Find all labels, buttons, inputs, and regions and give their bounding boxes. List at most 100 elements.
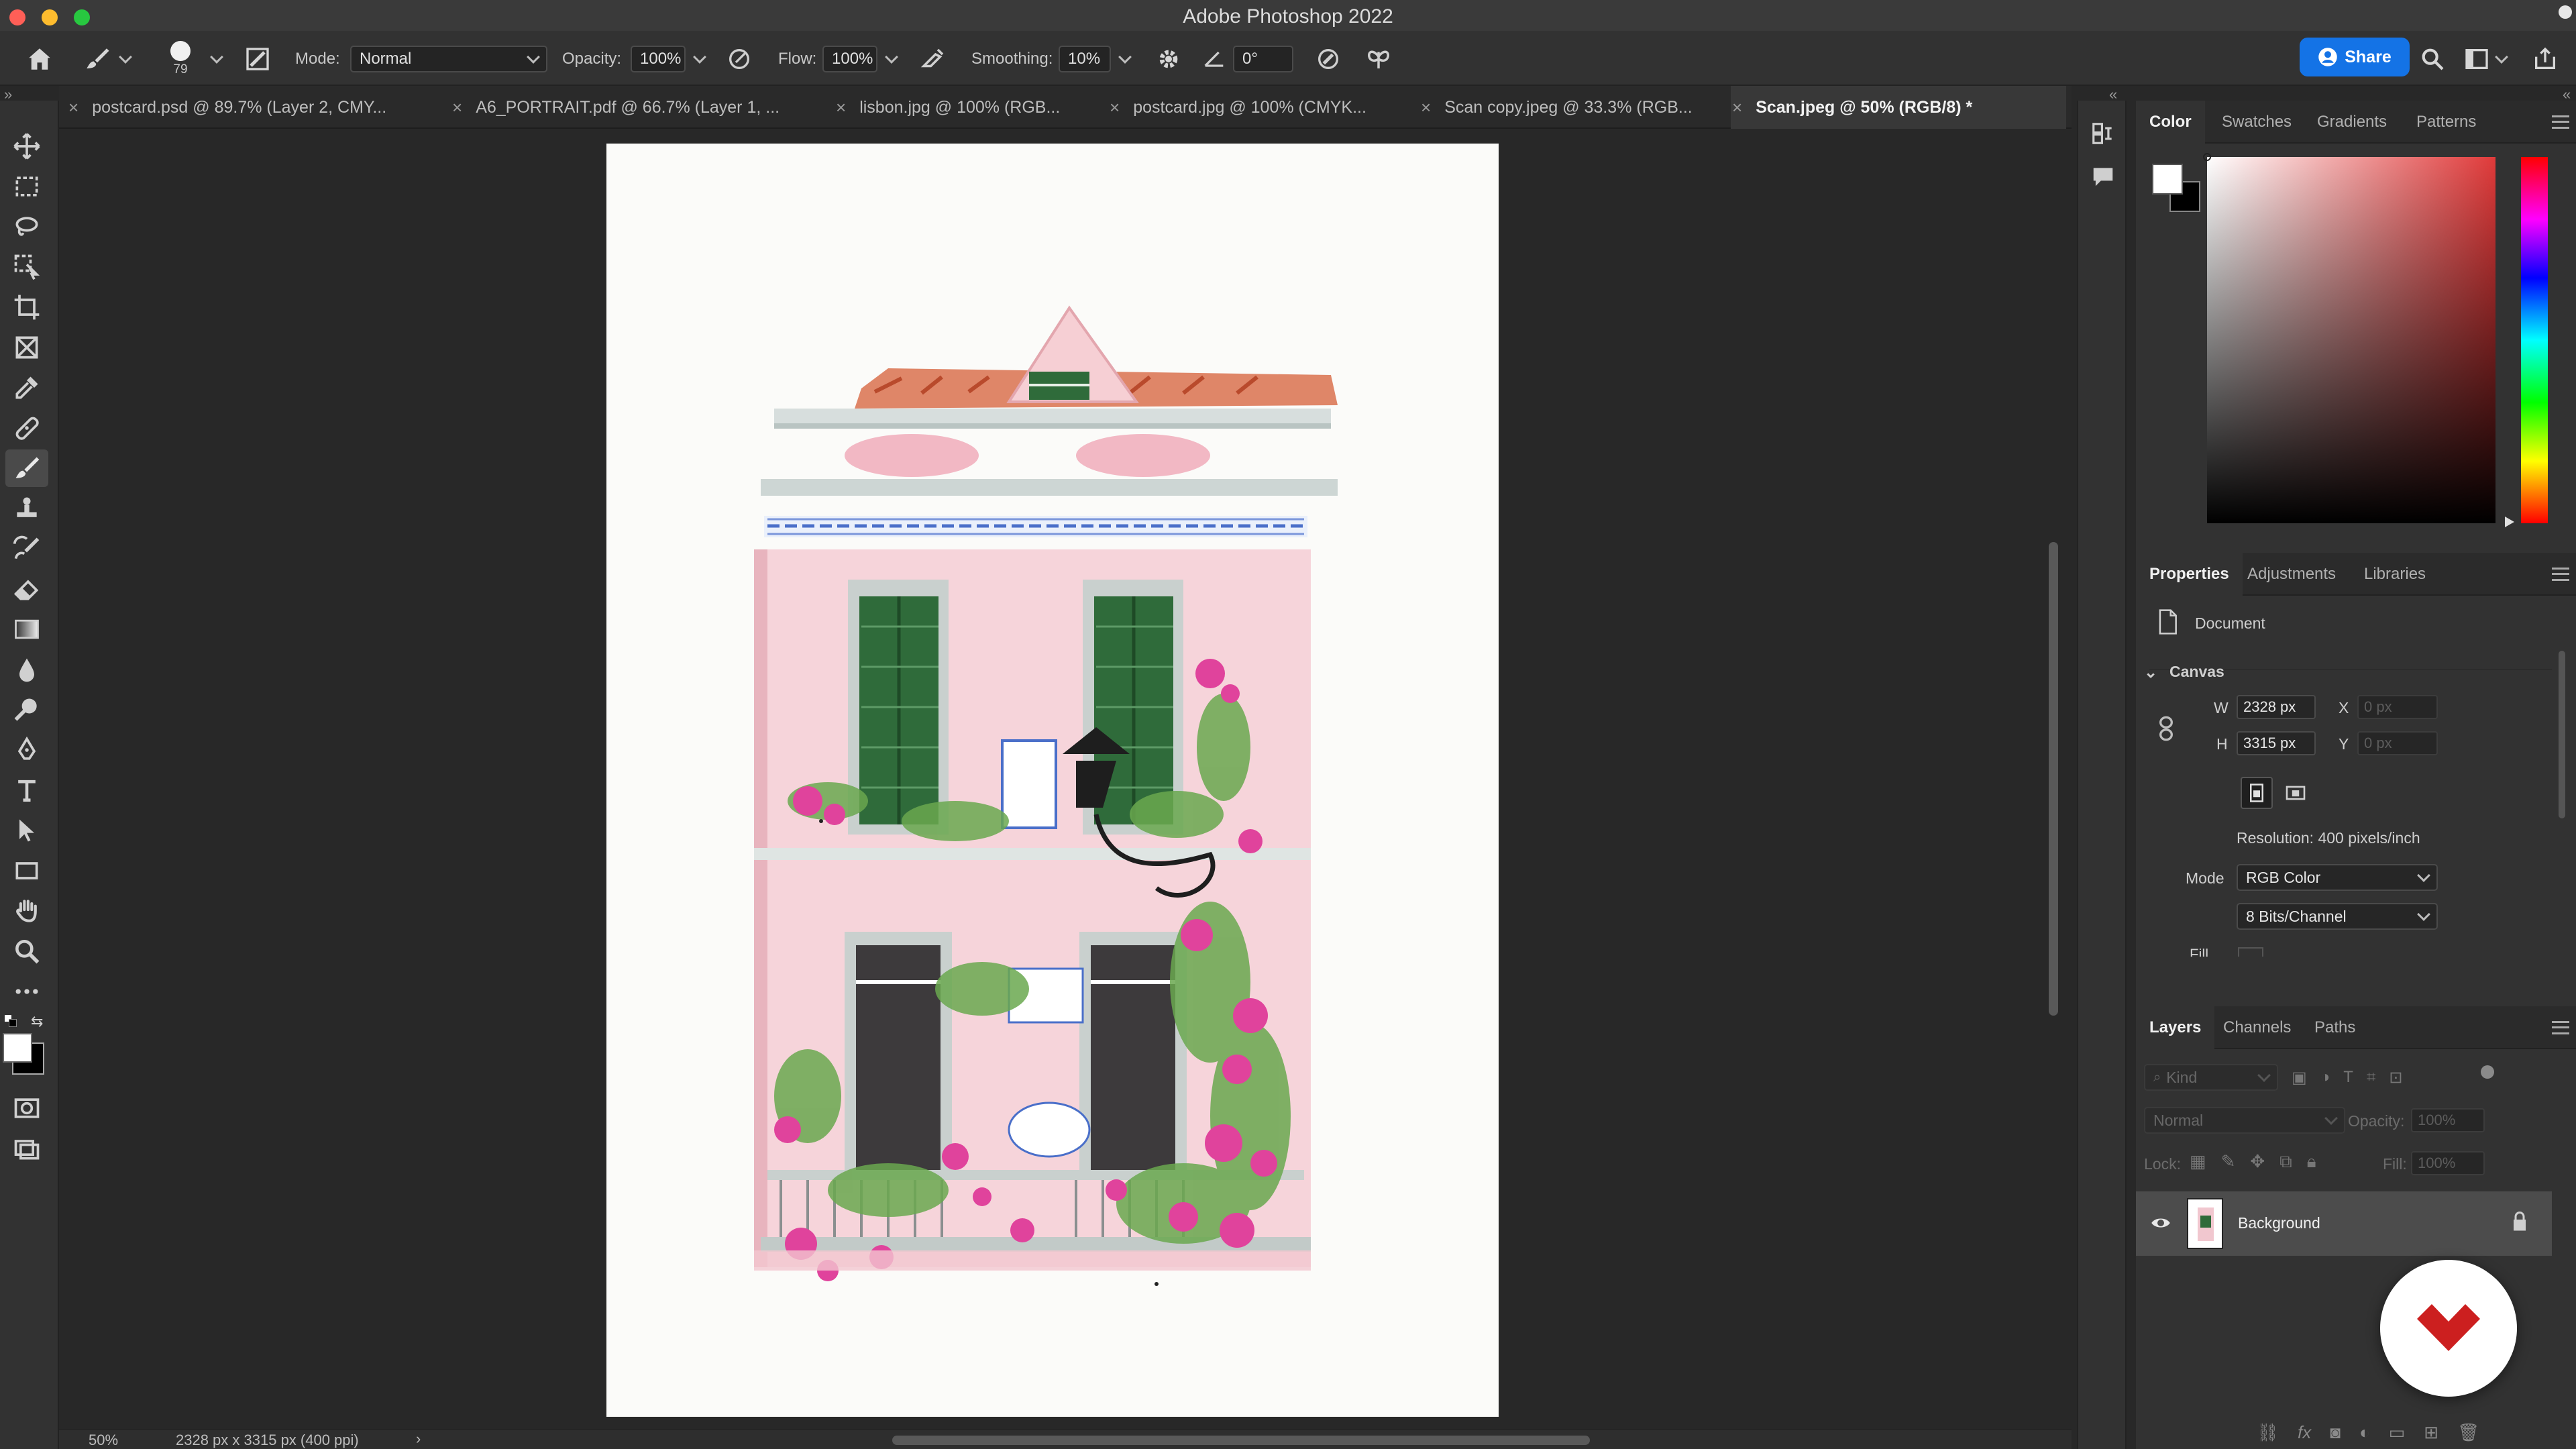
layer-fill-input[interactable]: 100% bbox=[2411, 1151, 2485, 1175]
document-tab[interactable]: × postcard.jpg @ 100% (CMYK... bbox=[1110, 86, 1425, 129]
hue-slider-handle[interactable] bbox=[2505, 517, 2514, 527]
delete-layer-icon[interactable]: 🗑︎ bbox=[2457, 1422, 2479, 1443]
quick-mask-button[interactable] bbox=[5, 1089, 48, 1127]
flow-input[interactable]: 100% bbox=[822, 46, 877, 72]
tab-swatches[interactable]: Swatches bbox=[2208, 101, 2305, 144]
type-tool[interactable] bbox=[5, 771, 48, 809]
default-colors-icon[interactable] bbox=[4, 1014, 19, 1029]
path-selection-tool[interactable] bbox=[5, 812, 48, 849]
add-mask-icon[interactable]: ◙ bbox=[2330, 1422, 2341, 1443]
close-tab-icon[interactable]: × bbox=[68, 97, 78, 118]
adjustment-filter-icon[interactable]: ◑ bbox=[2320, 1068, 2330, 1087]
horizontal-scrollbar[interactable] bbox=[892, 1436, 1590, 1445]
layer-filter-select[interactable]: ⌕ Kind bbox=[2144, 1064, 2278, 1091]
tab-channels[interactable]: Channels bbox=[2210, 1006, 2304, 1049]
tab-libraries[interactable]: Libraries bbox=[2351, 553, 2439, 596]
shape-filter-icon[interactable]: ⌗ bbox=[2367, 1068, 2376, 1087]
pressure-opacity-button[interactable] bbox=[726, 32, 753, 86]
screen-mode-button[interactable] bbox=[5, 1130, 48, 1167]
properties-scrollbar[interactable] bbox=[2559, 651, 2565, 818]
visibility-eye-icon[interactable] bbox=[2151, 1216, 2171, 1234]
layer-lock-icon[interactable] bbox=[2512, 1212, 2528, 1235]
document-canvas[interactable] bbox=[606, 144, 1499, 1417]
tab-gradients[interactable]: Gradients bbox=[2304, 101, 2400, 144]
frame-tool[interactable] bbox=[5, 329, 48, 366]
mode-select[interactable]: Normal bbox=[350, 46, 547, 72]
tool-preset-picker[interactable] bbox=[83, 32, 132, 86]
clone-stamp-tool[interactable] bbox=[5, 490, 48, 527]
airbrush-button[interactable] bbox=[919, 32, 947, 86]
new-layer-icon[interactable]: ⊞ bbox=[2424, 1422, 2438, 1443]
healing-brush-tool[interactable] bbox=[5, 409, 48, 447]
canvas-height-input[interactable]: 3315 px bbox=[2237, 731, 2316, 755]
document-tab[interactable]: × A6_PORTRAIT.pdf @ 66.7% (Layer 1, ... bbox=[452, 86, 888, 129]
close-tab-icon[interactable]: × bbox=[452, 97, 462, 118]
panel-collapse-icon[interactable]: « bbox=[2109, 86, 2117, 103]
rectangle-tool[interactable] bbox=[5, 852, 48, 890]
panel-collapse-right-icon[interactable]: « bbox=[2563, 86, 2571, 103]
tab-color[interactable]: Color bbox=[2136, 101, 2205, 144]
canvas-width-input[interactable]: 2328 px bbox=[2237, 695, 2316, 719]
portrait-orientation-button[interactable] bbox=[2241, 777, 2273, 809]
swap-colors-icon[interactable]: ⇆ bbox=[31, 1013, 43, 1030]
search-button[interactable] bbox=[2419, 32, 2446, 86]
marquee-tool[interactable] bbox=[5, 168, 48, 205]
tab-patterns[interactable]: Patterns bbox=[2403, 101, 2489, 144]
pixel-filter-icon[interactable]: ▣ bbox=[2292, 1068, 2307, 1087]
foreground-color-chip[interactable] bbox=[2152, 164, 2183, 195]
document-tab[interactable]: × Scan copy.jpeg @ 33.3% (RGB... bbox=[1421, 86, 1756, 129]
toolbar-collapse-icon[interactable]: » bbox=[4, 86, 12, 103]
pressure-size-button[interactable] bbox=[1315, 32, 1342, 86]
lock-all-icon[interactable]: 🔒︎ bbox=[2307, 1151, 2316, 1173]
history-panel-button[interactable] bbox=[2090, 121, 2116, 150]
smoothing-input[interactable]: 10% bbox=[1059, 46, 1111, 72]
brush-size-dropdown[interactable] bbox=[210, 32, 223, 86]
gradient-tool[interactable] bbox=[5, 610, 48, 648]
angle-input[interactable]: 0° bbox=[1233, 46, 1293, 72]
comments-panel-button[interactable] bbox=[2090, 164, 2116, 193]
filter-toggle[interactable] bbox=[2481, 1065, 2494, 1079]
opacity-dropdown-icon[interactable] bbox=[693, 50, 706, 64]
hue-slider[interactable] bbox=[2521, 157, 2548, 523]
brush-tool[interactable] bbox=[5, 449, 48, 487]
document-tab[interactable]: × postcard.psd @ 89.7% (Layer 2, CMY... bbox=[68, 86, 491, 129]
blend-mode-select[interactable]: Normal bbox=[2144, 1107, 2345, 1134]
edit-toolbar-button[interactable] bbox=[5, 973, 48, 1010]
lock-position-icon[interactable]: ✥ bbox=[2250, 1151, 2265, 1173]
close-tab-icon[interactable]: × bbox=[1732, 97, 1742, 118]
lock-pixels-icon[interactable]: ✎ bbox=[2221, 1151, 2236, 1173]
close-tab-icon[interactable]: × bbox=[836, 97, 846, 118]
type-filter-icon[interactable]: T bbox=[2343, 1068, 2353, 1087]
pen-tool[interactable] bbox=[5, 731, 48, 769]
close-tab-icon[interactable]: × bbox=[1110, 97, 1120, 118]
zoom-level[interactable]: 50% bbox=[89, 1432, 118, 1449]
layer-opacity-input[interactable]: 100% bbox=[2411, 1108, 2485, 1132]
eraser-tool[interactable] bbox=[5, 570, 48, 608]
overlay-app-button[interactable] bbox=[2380, 1260, 2517, 1397]
panel-menu-icon[interactable] bbox=[2552, 568, 2569, 581]
brush-size-picker[interactable]: 79 bbox=[170, 32, 191, 86]
link-layers-icon[interactable]: ⛓ bbox=[2257, 1422, 2279, 1443]
canvas-section-toggle[interactable]: ⌄ bbox=[2144, 663, 2157, 682]
bit-depth-select[interactable]: 8 Bits/Channel bbox=[2237, 903, 2438, 930]
export-button[interactable] bbox=[2532, 32, 2559, 86]
link-icon[interactable] bbox=[2156, 715, 2176, 745]
zoom-tool[interactable] bbox=[5, 932, 48, 970]
brush-settings-button[interactable] bbox=[244, 32, 271, 86]
color-mode-select[interactable]: RGB Color bbox=[2237, 864, 2438, 891]
close-tab-icon[interactable]: × bbox=[1421, 97, 1431, 118]
y-input[interactable]: 0 px bbox=[2357, 731, 2438, 755]
fx-icon[interactable]: fx bbox=[2298, 1422, 2311, 1443]
vertical-scrollbar[interactable] bbox=[2049, 542, 2058, 1016]
status-menu-icon[interactable]: › bbox=[416, 1430, 421, 1448]
lock-transparency-icon[interactable]: ▦ bbox=[2190, 1151, 2206, 1173]
smoothing-dropdown-icon[interactable] bbox=[1118, 50, 1132, 64]
flow-dropdown-icon[interactable] bbox=[885, 50, 898, 64]
workspace-switcher[interactable] bbox=[2463, 32, 2508, 86]
panel-menu-icon[interactable] bbox=[2552, 1021, 2569, 1034]
color-picker-handle[interactable] bbox=[2203, 153, 2211, 161]
hand-tool[interactable] bbox=[5, 892, 48, 930]
panel-menu-icon[interactable] bbox=[2552, 115, 2569, 129]
tab-paths[interactable]: Paths bbox=[2301, 1006, 2369, 1049]
move-tool[interactable] bbox=[5, 127, 48, 165]
